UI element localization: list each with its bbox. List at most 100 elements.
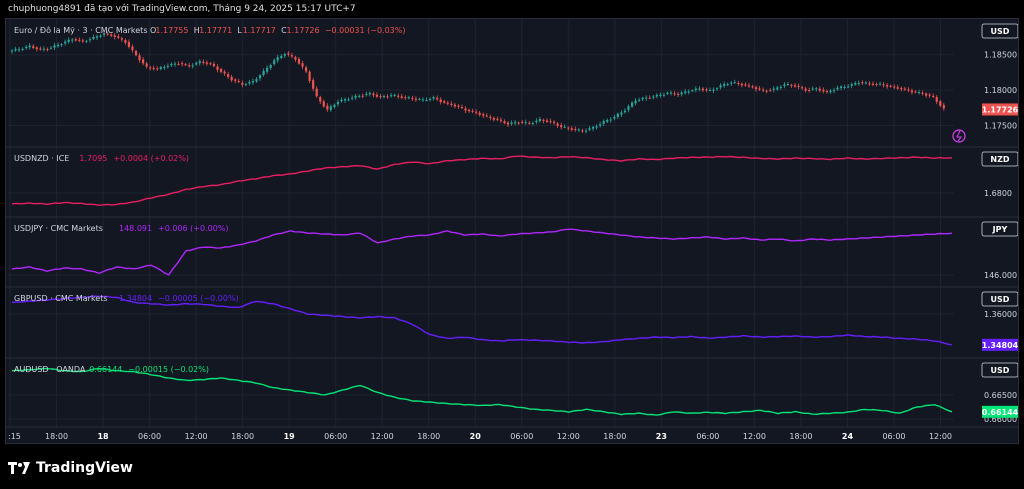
candle [737, 83, 740, 84]
candle [64, 41, 67, 44]
candle [903, 88, 906, 90]
candle [159, 67, 162, 69]
candle [542, 119, 545, 121]
candle [698, 88, 701, 90]
time-tick-label: 18 [97, 432, 109, 441]
candle [595, 126, 598, 128]
candle [351, 97, 354, 99]
time-tick-label: :15 [8, 432, 21, 441]
candle [170, 63, 173, 66]
candle [822, 89, 825, 92]
price-tick-label: 146.000 [984, 271, 1017, 280]
candle [99, 35, 102, 37]
candle [390, 95, 393, 97]
candle [786, 84, 790, 86]
candle [521, 121, 524, 123]
time-tick-label: 23 [656, 432, 667, 441]
time-tick-label: 18:00 [417, 432, 440, 441]
candle [188, 65, 191, 67]
candle [662, 94, 666, 96]
candle [588, 128, 591, 130]
candle [861, 82, 864, 84]
candle [514, 122, 517, 124]
candle [343, 99, 347, 101]
candle [453, 104, 456, 107]
series-title: USDNZD · ICE [14, 154, 69, 163]
candle [294, 57, 297, 60]
candle [687, 91, 690, 93]
candle [414, 98, 418, 100]
candle [503, 121, 506, 124]
time-tick-label: 06:00 [324, 432, 347, 441]
time-tick-label: 24 [842, 432, 854, 441]
tradingview-logo[interactable]: TradingView [8, 460, 133, 476]
candle [577, 129, 580, 131]
time-tick-label: 18:00 [789, 432, 812, 441]
candle [623, 110, 627, 113]
candle [818, 88, 821, 91]
candle [88, 39, 92, 41]
candle [262, 70, 265, 75]
candle [216, 66, 219, 70]
candle [152, 67, 155, 70]
candle [450, 103, 453, 105]
price-tick-label: 1.17500 [984, 121, 1017, 130]
candle [666, 92, 669, 94]
candle [145, 63, 148, 67]
series-title: GBPUSD · CMC Markets [14, 294, 108, 303]
candle [567, 127, 570, 129]
candle [347, 99, 350, 101]
candle [854, 82, 857, 85]
time-tick-label: 12:00 [185, 432, 208, 441]
candle [772, 88, 775, 90]
candle [198, 61, 201, 64]
candle [386, 96, 389, 98]
ohlc-l: 1.17717 [243, 26, 276, 35]
candle [708, 89, 712, 91]
ohlc-change: −0.00031 (−0.03%) [325, 26, 406, 35]
candle [280, 55, 283, 59]
candle [783, 84, 786, 87]
candle [705, 89, 708, 91]
candle [322, 101, 325, 107]
time-tick-label: 06:00 [138, 432, 161, 441]
candle [889, 85, 892, 87]
candle [652, 96, 655, 98]
footer: TradingView [0, 455, 133, 481]
candle [379, 95, 382, 97]
candle [358, 95, 361, 97]
candle [234, 79, 237, 81]
time-tick-label: 20 [470, 432, 482, 441]
candle [620, 112, 623, 115]
time-tick-label: 18:00 [45, 432, 68, 441]
last-price-label: 1.34804 [982, 341, 1018, 350]
candle [35, 47, 38, 50]
candle [634, 100, 637, 104]
chart-frame[interactable]: 1.18500 1.18000 1.17500 Euro / Đô la Mỹ · 3… [5, 18, 1019, 444]
candle [896, 87, 899, 89]
candle [17, 49, 21, 51]
candle [138, 55, 141, 61]
candle [326, 105, 329, 110]
candle [393, 94, 396, 96]
audusd-series-line [11, 367, 953, 416]
candle [202, 61, 205, 64]
candle [701, 88, 704, 91]
candle [482, 114, 485, 116]
candle [276, 57, 279, 61]
candle [71, 39, 74, 41]
candle [227, 74, 230, 77]
candle [273, 60, 276, 65]
ohlc-c: 1.17726 [287, 26, 320, 35]
time-tick-label: 12:00 [929, 432, 952, 441]
usdnzd-series-line [11, 155, 953, 207]
ohlc-h: 1.17771 [199, 26, 232, 35]
candle [269, 64, 272, 68]
ohlc-l-label: L [237, 26, 242, 35]
candle [673, 93, 676, 95]
candle [287, 53, 290, 55]
candle [606, 120, 609, 122]
candle [124, 40, 127, 43]
candle [446, 102, 449, 104]
multi-pane-chart[interactable]: 1.18500 1.18000 1.17500 Euro / Đô la Mỹ · 3… [6, 19, 1018, 443]
